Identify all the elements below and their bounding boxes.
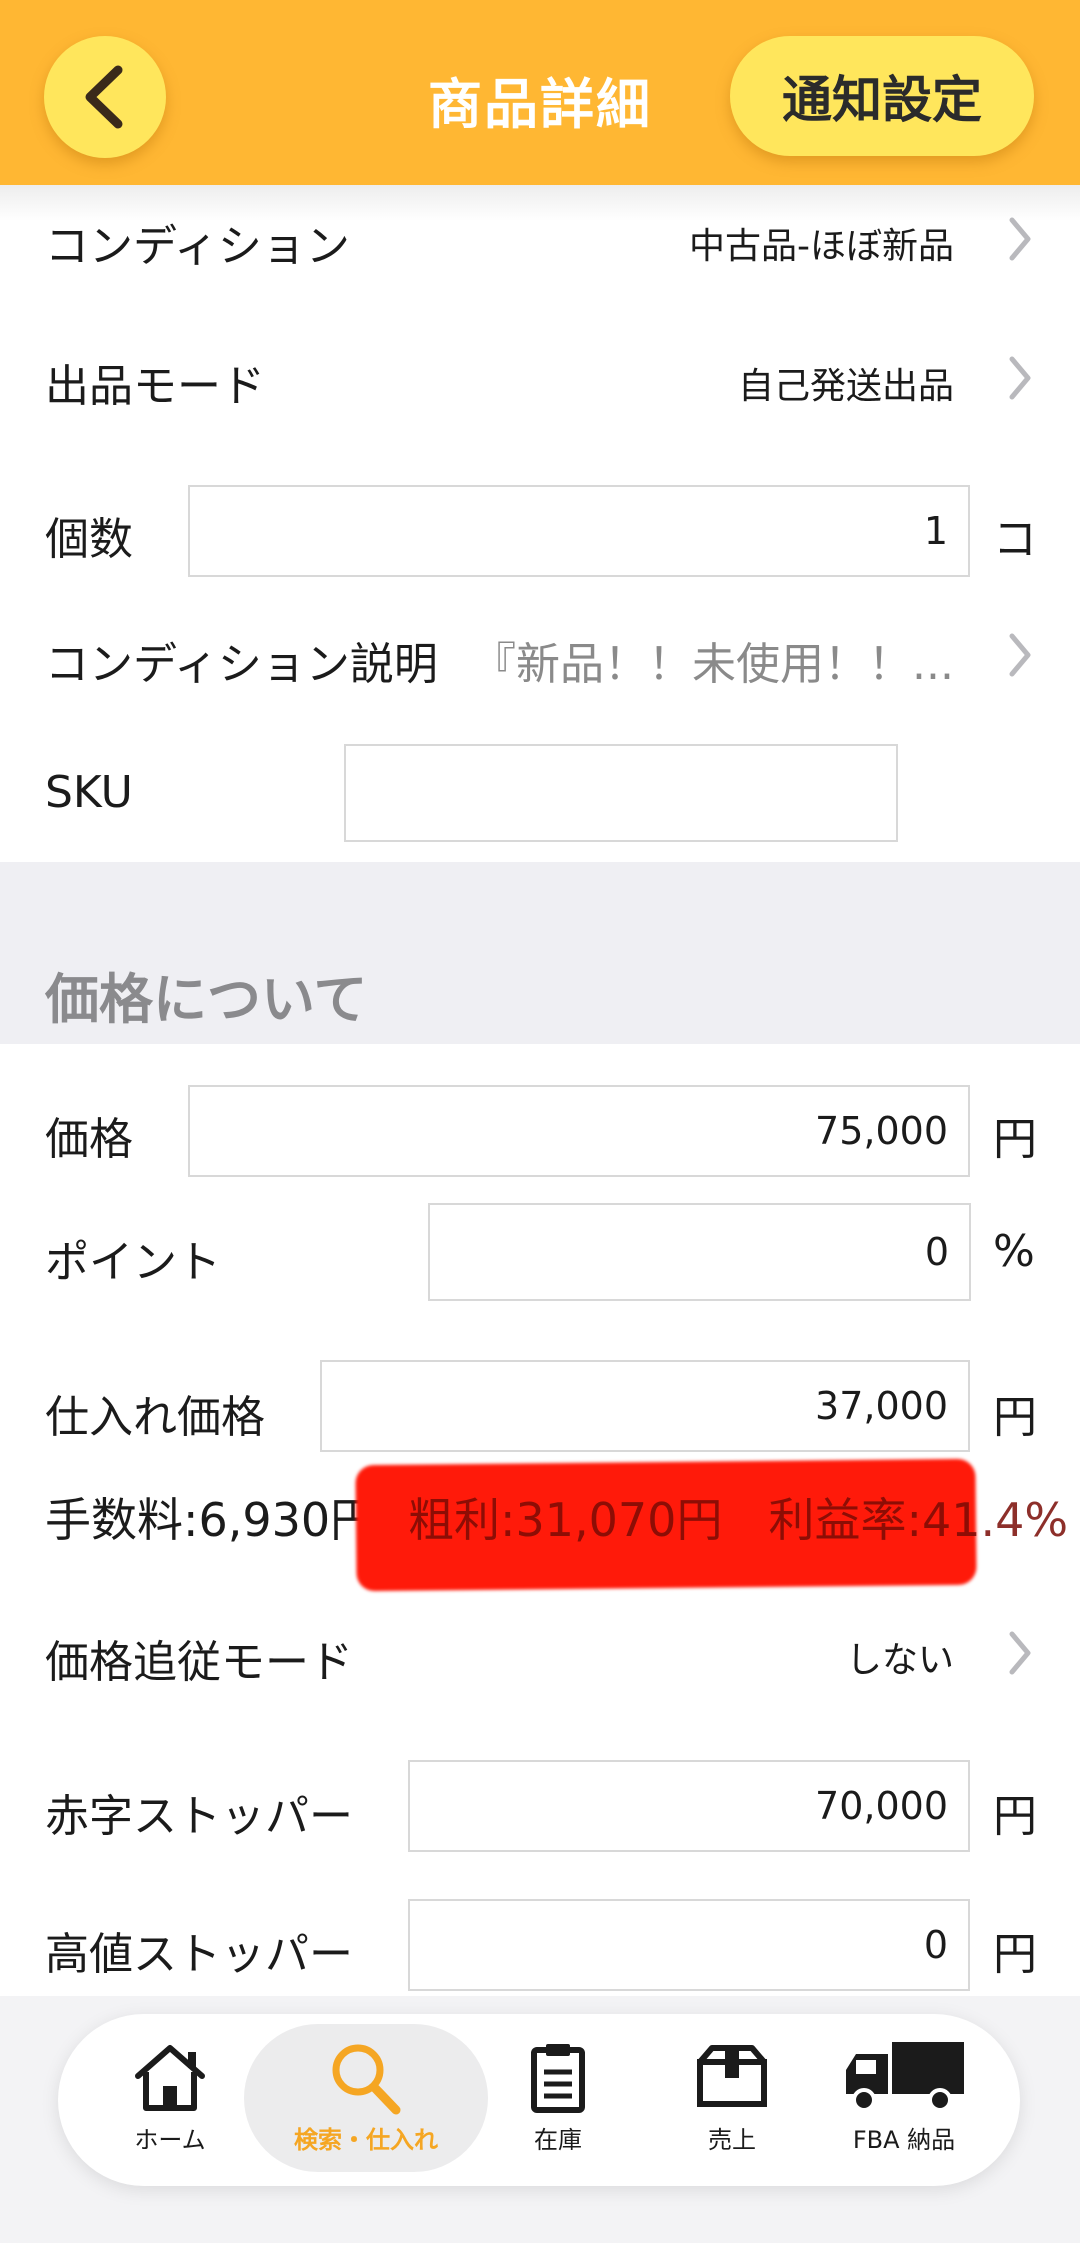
- chevron-right-icon: [1009, 217, 1031, 261]
- quantity-input[interactable]: 1: [188, 485, 970, 577]
- loss-stopper-unit: 円: [993, 1791, 1037, 1842]
- loss-stopper-label: 赤字ストッパー: [45, 1791, 353, 1842]
- chevron-right-icon: [1009, 633, 1031, 677]
- point-unit: %: [993, 1226, 1035, 1277]
- purchase-price-unit: 円: [993, 1392, 1037, 1443]
- search-icon: [332, 2044, 401, 2115]
- box-icon: [697, 2045, 767, 2107]
- high-stopper-unit: 円: [993, 1929, 1037, 1980]
- high-stopper-input[interactable]: 0: [408, 1899, 970, 1991]
- home-icon: [135, 2045, 205, 2111]
- notification-settings-button[interactable]: 通知設定: [730, 36, 1034, 156]
- condition-note-label: コンディション説明: [45, 639, 438, 690]
- condition-label: コンディション: [45, 221, 350, 272]
- price-tracking-value: しない: [845, 1640, 954, 1681]
- point-input[interactable]: 0: [428, 1203, 971, 1301]
- pricing-section-title: 価格について: [45, 968, 368, 1031]
- loss-stopper-input[interactable]: 70,000: [408, 1760, 970, 1852]
- clipboard-icon: [531, 2044, 585, 2113]
- tab-fba-shipment[interactable]: FBA 納品: [815, 2040, 993, 2170]
- point-label: ポイント: [45, 1237, 221, 1288]
- quantity-unit: コ: [993, 514, 1037, 565]
- truck-icon: [846, 2042, 964, 2112]
- purchase-price-label: 仕入れ価格: [45, 1392, 265, 1443]
- tab-inventory-label: 在庫: [534, 2126, 582, 2154]
- condition-value: 中古品-ほぼ新品: [689, 226, 954, 267]
- sku-label: SKU: [45, 767, 133, 818]
- tab-sales[interactable]: 売上: [642, 2040, 822, 2170]
- condition-note-value: 『新品！！未使用！！...: [472, 639, 954, 690]
- tab-search-label: 検索・仕入れ: [294, 2126, 438, 2154]
- tab-sales-label: 売上: [708, 2126, 756, 2154]
- quantity-label: 個数: [45, 514, 133, 565]
- tab-search[interactable]: 検索・仕入れ: [276, 2040, 456, 2170]
- listing-mode-value: 自己発送出品: [737, 366, 954, 407]
- tab-inventory[interactable]: 在庫: [468, 2040, 648, 2170]
- price-label: 価格: [45, 1114, 133, 1165]
- high-stopper-label: 高値ストッパー: [45, 1929, 353, 1980]
- fee-text: 手数料:6,930円: [45, 1493, 377, 1547]
- price-tracking-label: 価格追従モード: [45, 1637, 353, 1688]
- tab-home[interactable]: ホーム: [80, 2040, 260, 2170]
- price-unit: 円: [993, 1114, 1037, 1165]
- profit-text: 粗利:31,070円 利益率:41.4%: [408, 1493, 1069, 1547]
- chevron-right-icon: [1009, 356, 1031, 400]
- sku-input[interactable]: [344, 744, 898, 842]
- listing-mode-label: 出品モード: [45, 361, 265, 412]
- header-bar: 商品詳細 通知設定: [0, 0, 1080, 185]
- tab-home-label: ホーム: [134, 2126, 206, 2154]
- tab-fba-label: FBA 納品: [852, 2126, 956, 2154]
- price-input[interactable]: 75,000: [188, 1085, 970, 1177]
- chevron-right-icon: [1009, 1631, 1031, 1675]
- purchase-price-input[interactable]: 37,000: [320, 1360, 970, 1452]
